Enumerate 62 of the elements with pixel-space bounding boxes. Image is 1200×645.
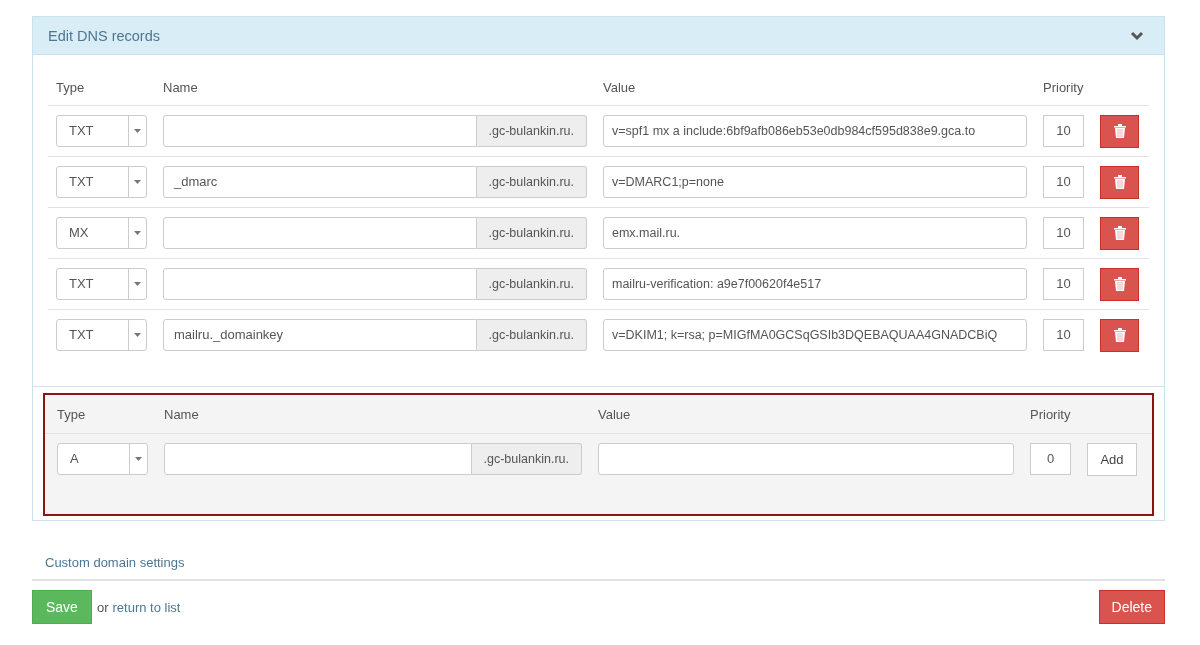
panel-header[interactable]: Edit DNS records <box>33 17 1164 55</box>
return-link[interactable]: return to list <box>112 599 181 615</box>
name-field[interactable]: mailru._domainkey <box>163 319 477 351</box>
name-field[interactable] <box>163 268 477 300</box>
priority-field[interactable]: 0 <box>1030 443 1071 475</box>
caret-icon <box>134 231 141 235</box>
type-select[interactable]: A <box>57 443 148 475</box>
domain-suffix: .gc-bulankin.ru. <box>476 319 587 351</box>
column-header: Name <box>164 406 200 422</box>
trash-icon <box>1113 175 1126 189</box>
delete-button[interactable]: Delete <box>1098 590 1165 624</box>
name-field[interactable] <box>164 443 472 475</box>
add-button[interactable]: Add <box>1087 442 1137 476</box>
column-header: Priority <box>1043 79 1084 95</box>
caret-icon <box>134 129 141 133</box>
type-select[interactable]: TXT <box>56 166 147 198</box>
column-header: Name <box>163 79 199 95</box>
name-field[interactable] <box>163 217 477 249</box>
or-text: or <box>96 599 109 615</box>
column-header: Value <box>598 406 632 422</box>
domain-suffix: .gc-bulankin.ru. <box>476 166 587 198</box>
panel-title: Edit DNS records <box>48 27 160 44</box>
value-field[interactable]: mailru-verification: a9e7f00620f4e517 <box>603 268 1027 300</box>
priority-field[interactable]: 10 <box>1043 217 1084 249</box>
domain-suffix: .gc-bulankin.ru. <box>471 443 582 475</box>
custom-domain-link[interactable]: Custom domain settings <box>45 555 185 570</box>
value-field[interactable]: emx.mail.ru. <box>603 217 1027 249</box>
delete-button[interactable] <box>1100 318 1139 352</box>
priority-field[interactable]: 10 <box>1043 166 1084 198</box>
priority-field[interactable]: 10 <box>1043 115 1084 147</box>
value-field[interactable]: v=DKIM1; k=rsa; p=MIGfMA0GCSqGSIb3DQEBAQUAA4GNADCBiQ <box>603 319 1027 351</box>
caret-icon <box>134 282 141 286</box>
caret-icon <box>134 180 141 184</box>
name-field[interactable] <box>163 115 477 147</box>
delete-button[interactable] <box>1100 114 1139 148</box>
column-header: Priority <box>1030 406 1071 422</box>
delete-button[interactable] <box>1100 216 1139 250</box>
priority-field[interactable]: 10 <box>1043 319 1084 351</box>
trash-icon <box>1113 226 1126 240</box>
trash-icon <box>1113 124 1126 138</box>
chevron-icon <box>1130 30 1144 41</box>
trash-icon <box>1113 328 1126 342</box>
type-select[interactable]: MX <box>56 217 147 249</box>
domain-suffix: .gc-bulankin.ru. <box>476 268 587 300</box>
caret-icon <box>135 457 142 461</box>
caret-icon <box>134 333 141 337</box>
domain-suffix: .gc-bulankin.ru. <box>476 115 587 147</box>
domain-suffix: .gc-bulankin.ru. <box>476 217 587 249</box>
delete-button[interactable] <box>1100 267 1139 301</box>
delete-button[interactable] <box>1100 165 1139 199</box>
type-select[interactable]: TXT <box>56 115 147 147</box>
column-header: Type <box>56 79 86 95</box>
column-header: Value <box>603 79 637 95</box>
value-field[interactable]: v=DMARC1;p=none <box>603 166 1027 198</box>
type-select[interactable]: TXT <box>56 319 147 351</box>
value-field[interactable] <box>598 443 1014 475</box>
priority-field[interactable]: 10 <box>1043 268 1084 300</box>
column-header: Type <box>57 406 87 422</box>
value-field[interactable]: v=spf1 mx a include:6bf9afb086eb53e0db984cf595d838e9.gca.to <box>603 115 1027 147</box>
trash-icon <box>1113 277 1126 291</box>
name-field[interactable]: _dmarc <box>163 166 477 198</box>
type-select[interactable]: TXT <box>56 268 147 300</box>
